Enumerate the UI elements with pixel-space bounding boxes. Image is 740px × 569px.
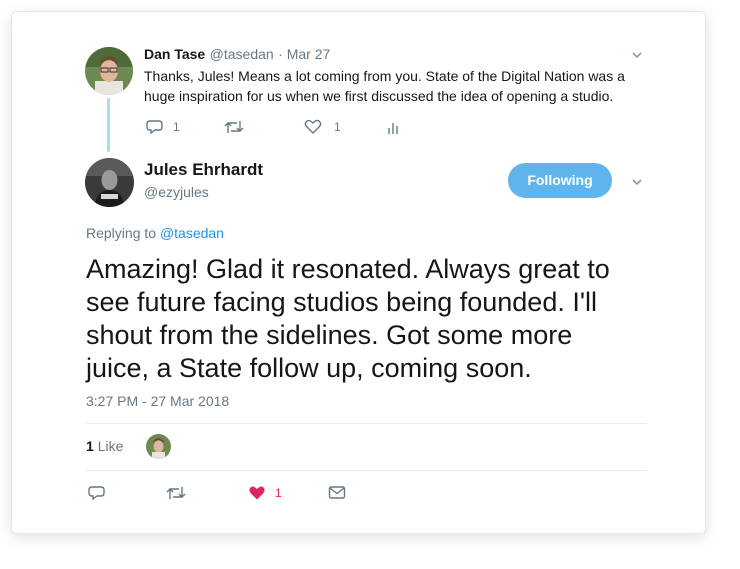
message-icon[interactable] xyxy=(328,485,346,501)
reply-icon[interactable] xyxy=(146,118,164,136)
heart-filled-icon[interactable] xyxy=(248,484,266,502)
parent-tweet-text: Thanks, Jules! Means a lot coming from y… xyxy=(144,66,625,106)
author-name[interactable]: Dan Tase xyxy=(144,46,205,62)
liker-avatar[interactable] xyxy=(146,434,171,459)
parent-tweet-header: Dan Tase @tasedan · Mar 27 xyxy=(144,46,330,64)
likes-count: 1 xyxy=(86,438,94,454)
author-handle[interactable]: @tasedan xyxy=(210,46,274,62)
tweet-text: Amazing! Glad it resonated. Always great… xyxy=(86,253,646,385)
text-line: see future facing studios being founded.… xyxy=(86,287,597,317)
divider xyxy=(86,423,647,424)
analytics-icon[interactable] xyxy=(387,118,401,136)
like-count: 1 xyxy=(275,486,282,500)
author-handle[interactable]: @ezyjules xyxy=(144,184,263,200)
thread-connector xyxy=(107,98,110,152)
text-line: juice, a State follow up, coming soon. xyxy=(86,353,532,383)
reply-count: 1 xyxy=(173,120,180,134)
following-button[interactable]: Following xyxy=(508,163,612,198)
avatar-jules-ehrhardt[interactable] xyxy=(85,158,134,207)
retweet-icon[interactable] xyxy=(224,118,244,136)
divider xyxy=(86,470,647,471)
tweet-timestamp[interactable]: 3:27 PM - 27 Mar 2018 xyxy=(86,393,229,409)
main-author-block: Jules Ehrhardt @ezyjules xyxy=(144,160,263,200)
replying-prefix: Replying to xyxy=(86,225,157,241)
heart-icon[interactable] xyxy=(304,118,322,136)
chevron-down-icon[interactable] xyxy=(631,176,643,188)
like-count: 1 xyxy=(334,120,341,134)
chevron-down-icon[interactable] xyxy=(631,49,643,61)
replying-to: Replying to @tasedan xyxy=(86,225,224,241)
text-line: huge inspiration for us when we first di… xyxy=(144,88,614,104)
text-line: Thanks, Jules! Means a lot coming from y… xyxy=(144,68,625,84)
author-name[interactable]: Jules Ehrhardt xyxy=(144,160,263,180)
likes-stat[interactable]: 1 Like xyxy=(86,438,123,454)
replying-to-handle[interactable]: @tasedan xyxy=(160,225,224,241)
text-line: Amazing! Glad it resonated. Always great… xyxy=(86,254,610,284)
reply-icon[interactable] xyxy=(88,484,106,502)
retweet-icon[interactable] xyxy=(166,484,186,502)
text-line: shout from the sidelines. Got some more xyxy=(86,320,573,350)
likes-label: Like xyxy=(97,438,124,454)
tweet-date[interactable]: · Mar 27 xyxy=(278,46,330,62)
avatar-dan-tase[interactable] xyxy=(85,47,133,95)
